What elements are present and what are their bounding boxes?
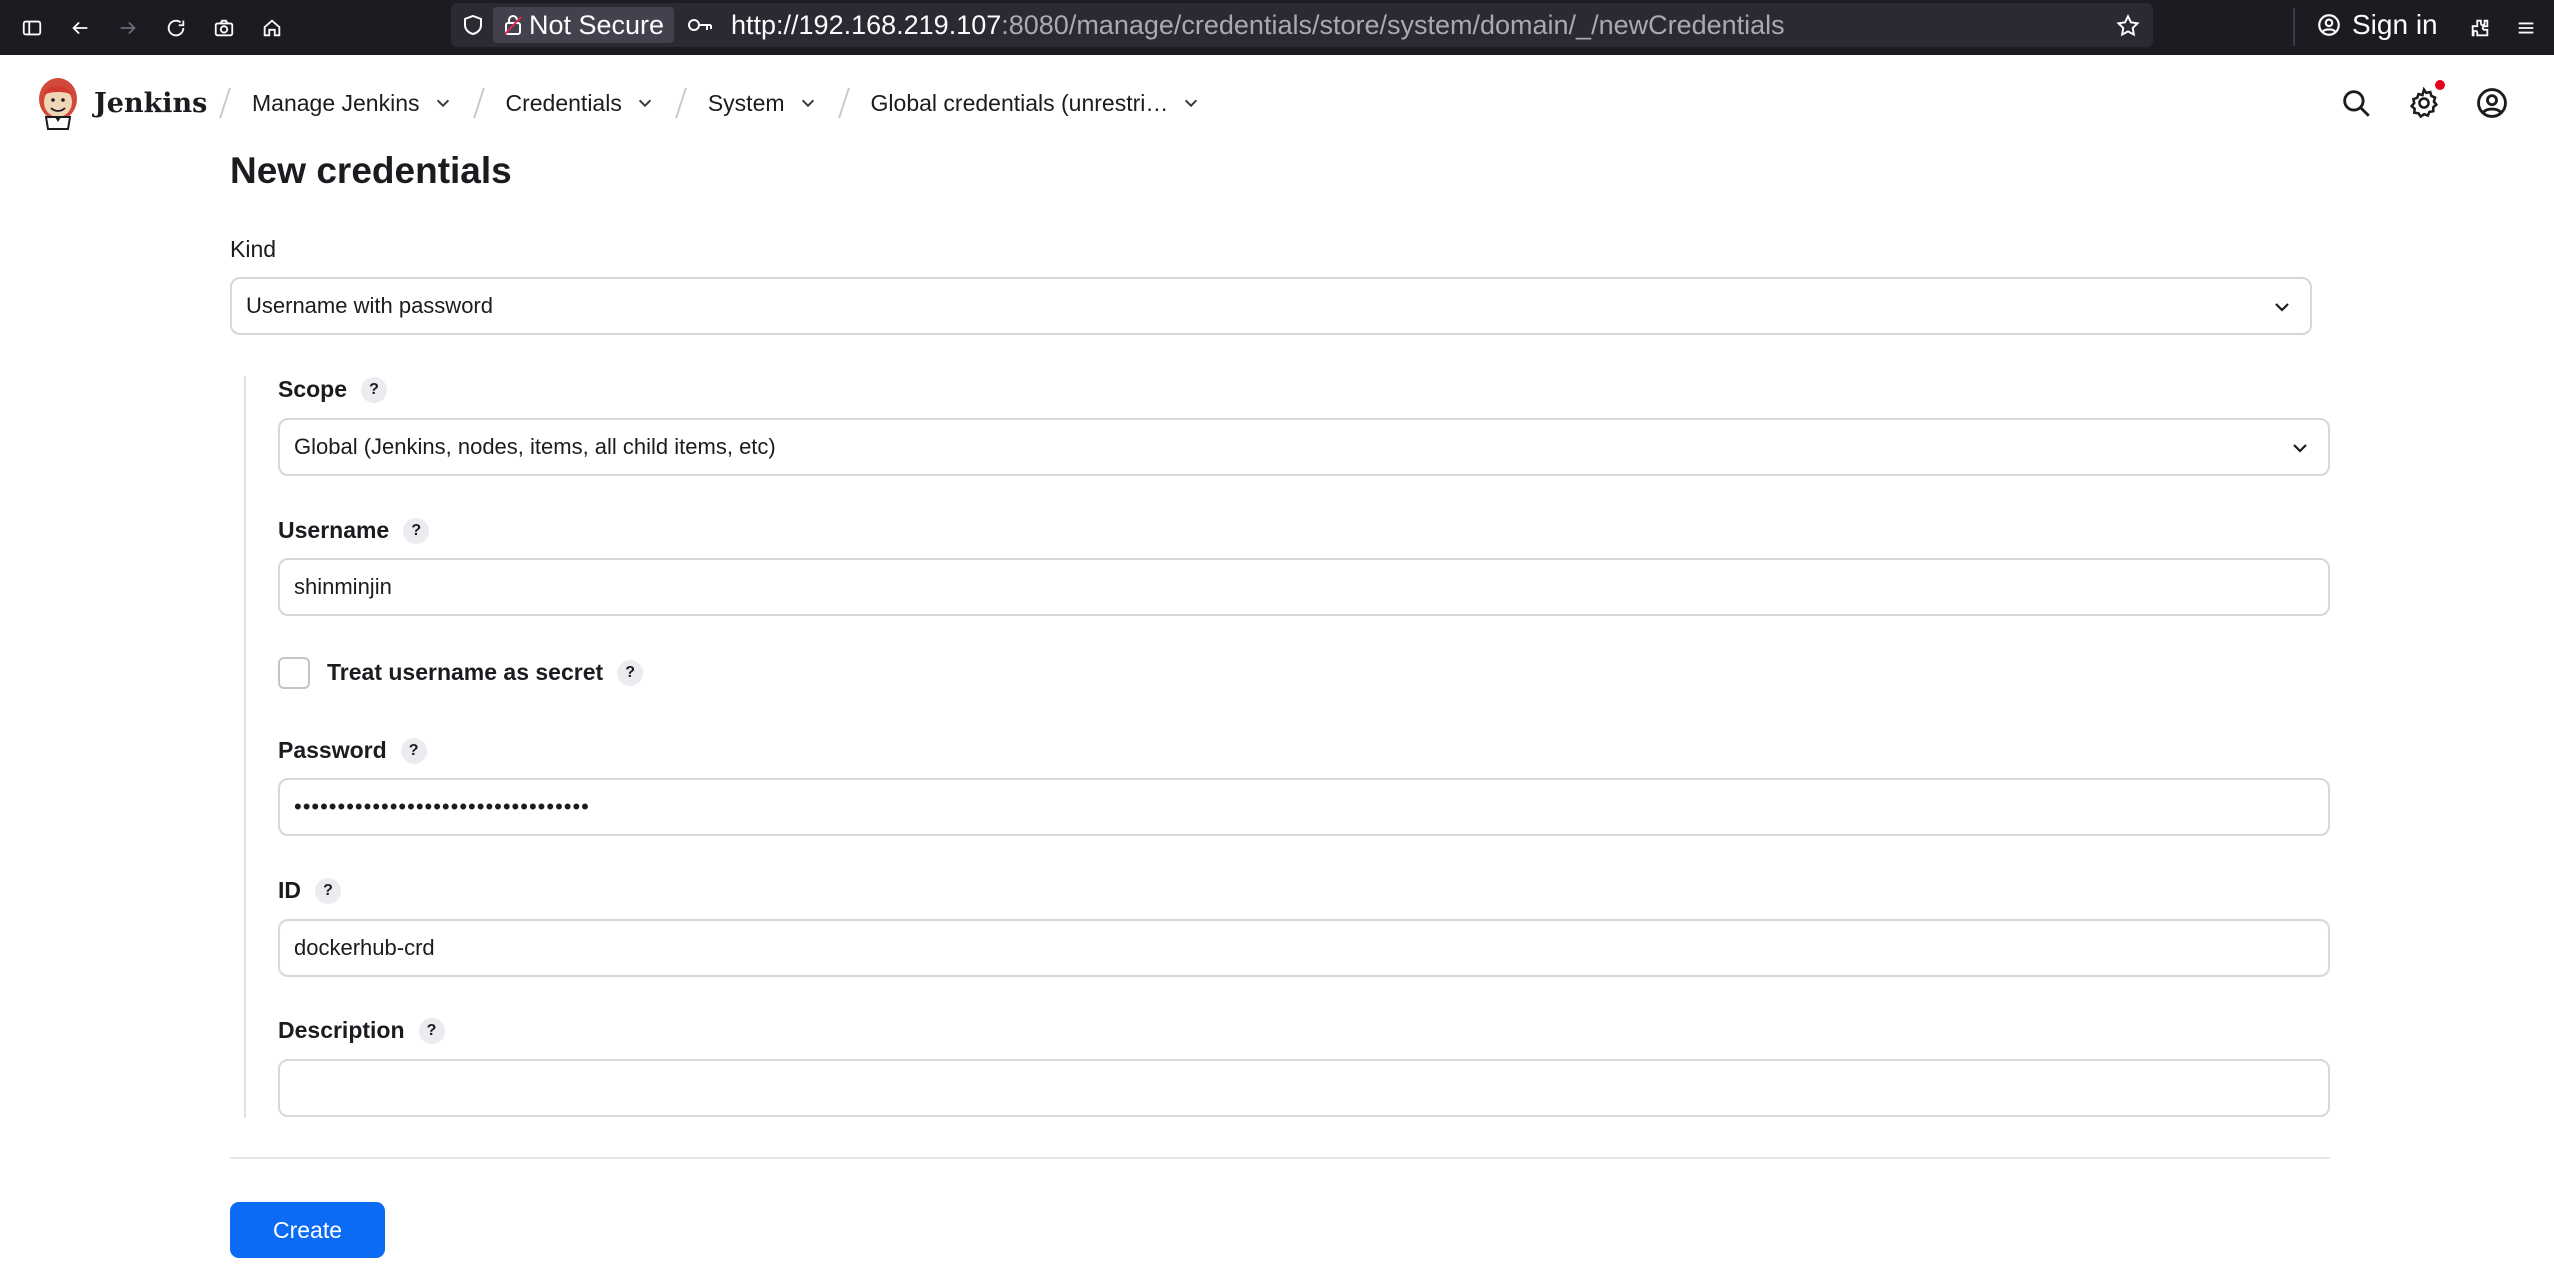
app-menu-icon[interactable] <box>2508 10 2544 46</box>
description-input[interactable] <box>278 1059 2330 1117</box>
scope-select[interactable]: Global (Jenkins, nodes, items, all child… <box>278 418 2330 476</box>
chevron-down-icon[interactable] <box>799 94 817 112</box>
breadcrumb: Manage Jenkins Credentials System Global… <box>210 55 1212 151</box>
description-label: Description ? <box>278 1017 445 1044</box>
breadcrumb-credentials[interactable]: Credentials <box>494 90 666 117</box>
home-icon[interactable] <box>254 10 290 46</box>
breadcrumb-label: System <box>707 89 785 116</box>
treat-username-secret-checkbox[interactable] <box>278 657 310 689</box>
id-help-icon[interactable]: ? <box>315 877 341 904</box>
password-label: Password ? <box>278 737 427 764</box>
form-divider <box>230 1157 2330 1159</box>
chevron-down-icon <box>2293 444 2307 453</box>
username-label: Username ? <box>278 517 430 544</box>
breadcrumb-separator <box>674 88 687 118</box>
url-text[interactable]: http://192.168.219.107:8080/manage/crede… <box>731 3 1785 47</box>
scope-label-text: Scope <box>278 376 348 402</box>
username-help-icon[interactable]: ? <box>403 517 430 544</box>
forward-arrow-icon[interactable] <box>110 10 146 46</box>
breadcrumb-separator <box>472 88 485 118</box>
bookmark-star-icon[interactable] <box>2115 13 2141 39</box>
breadcrumb-label: Credentials <box>505 89 622 116</box>
treat-username-secret-text: Treat username as secret <box>327 659 604 685</box>
kind-label-text: Kind <box>230 236 277 262</box>
key-icon[interactable] <box>687 14 713 36</box>
breadcrumb-label: Global credentials (unrestri… <box>870 89 1169 116</box>
not-secure-label: Not Secure <box>529 10 665 40</box>
toolbar-divider <box>2293 8 2295 46</box>
description-help-icon[interactable]: ? <box>418 1017 445 1044</box>
browser-toolbar: Not Secure http://192.168.219.107:8080/m… <box>0 0 2554 55</box>
url-path: :8080/manage/credentials/store/system/do… <box>1001 10 1785 40</box>
chevron-down-icon[interactable] <box>636 94 654 112</box>
password-value: •••••••••••••••••••••••••••••••••• <box>294 794 590 819</box>
kind-label: Kind <box>230 236 276 263</box>
url-host: http://192.168.219.107 <box>731 10 1002 40</box>
kind-value: Username with password <box>246 293 493 318</box>
scope-label: Scope ? <box>278 376 388 403</box>
breadcrumb-separator <box>837 88 850 118</box>
jenkins-header: Jenkins Manage Jenkins Credentials Syste… <box>0 55 2554 151</box>
jenkins-butler-icon <box>39 78 77 130</box>
extensions-icon[interactable] <box>2462 10 2498 46</box>
manage-jenkins-gear-icon[interactable] <box>2407 80 2445 122</box>
address-bar[interactable]: Not Secure http://192.168.219.107:8080/m… <box>451 3 2153 47</box>
id-label-text: ID <box>278 877 301 903</box>
breadcrumb-manage-jenkins[interactable]: Manage Jenkins <box>240 90 464 117</box>
account-icon <box>2318 14 2340 36</box>
username-value: shinminjin <box>294 574 392 599</box>
password-label-text: Password <box>278 737 387 763</box>
chevron-down-icon[interactable] <box>1182 94 1200 112</box>
password-help-icon[interactable]: ? <box>400 737 427 764</box>
breadcrumb-label: Manage Jenkins <box>252 89 420 116</box>
breadcrumb-system[interactable]: System <box>696 90 829 117</box>
breadcrumb-separator <box>219 88 231 118</box>
credential-fields-group-border <box>244 376 246 1118</box>
treat-username-secret-label[interactable]: Treat username as secret ? <box>327 659 644 686</box>
sign-in-button[interactable]: Sign in <box>2316 5 2438 45</box>
chevron-down-icon <box>2275 303 2289 312</box>
chevron-down-icon[interactable] <box>434 94 452 112</box>
id-label: ID ? <box>278 877 341 904</box>
not-secure-badge[interactable]: Not Secure <box>493 7 675 43</box>
jenkins-logo-link[interactable]: Jenkins <box>36 75 207 131</box>
broken-lock-icon <box>504 15 522 35</box>
page-title: New credentials <box>230 150 512 191</box>
reload-icon[interactable] <box>158 10 194 46</box>
id-value: dockerhub-crd <box>294 935 435 960</box>
back-arrow-icon[interactable] <box>62 10 98 46</box>
password-input[interactable]: •••••••••••••••••••••••••••••••••• <box>278 778 2330 836</box>
shield-icon[interactable] <box>461 13 485 37</box>
kind-select[interactable]: Username with password <box>230 277 2312 335</box>
sidebar-toggle-icon[interactable] <box>14 10 50 46</box>
scope-value: Global (Jenkins, nodes, items, all child… <box>294 434 776 459</box>
treat-username-secret-help-icon[interactable]: ? <box>617 659 644 686</box>
search-icon[interactable] <box>2339 86 2375 122</box>
description-label-text: Description <box>278 1017 405 1043</box>
scope-help-icon[interactable]: ? <box>361 376 388 403</box>
breadcrumb-global-credentials[interactable]: Global credentials (unrestri… <box>859 90 1213 117</box>
user-account-icon[interactable] <box>2475 86 2511 122</box>
id-input[interactable]: dockerhub-crd <box>278 919 2330 977</box>
username-label-text: Username <box>278 517 390 543</box>
create-button[interactable]: Create <box>230 1202 385 1258</box>
sign-in-label: Sign in <box>2352 9 2438 40</box>
notification-dot <box>2435 80 2445 90</box>
jenkins-brand: Jenkins <box>94 87 208 119</box>
username-input[interactable]: shinminjin <box>278 558 2330 616</box>
screenshot-icon[interactable] <box>206 10 242 46</box>
